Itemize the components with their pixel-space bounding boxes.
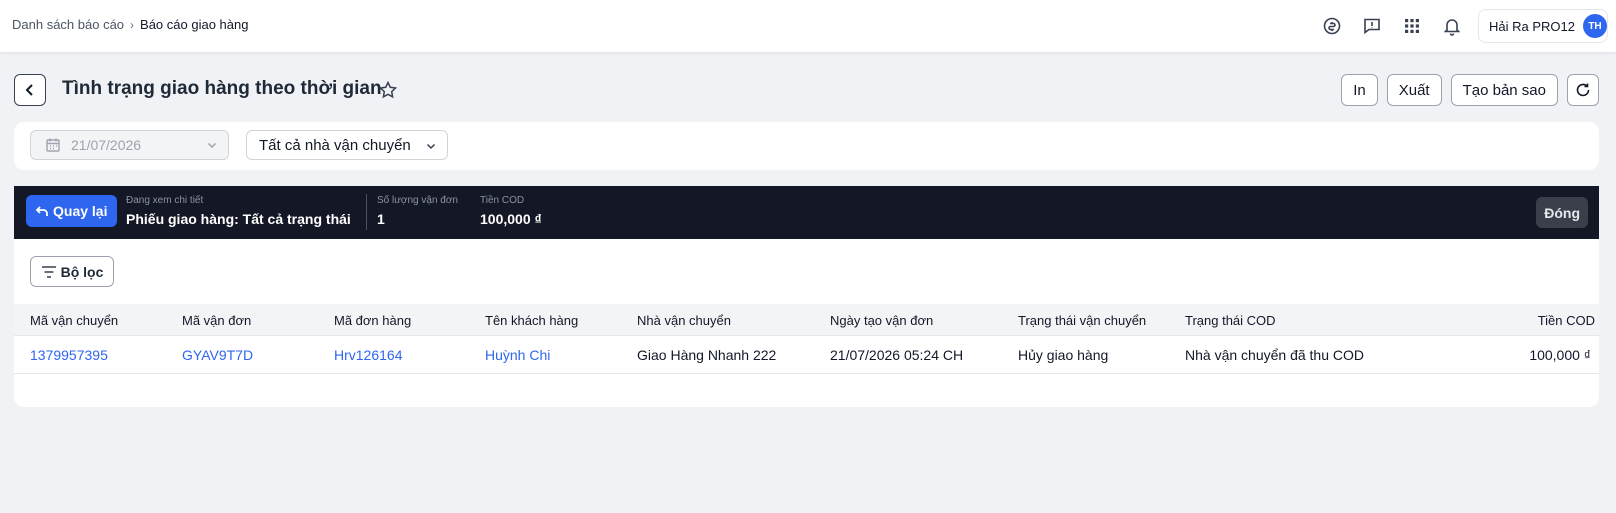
- detail-back-label: Quay lại: [53, 203, 108, 219]
- cod-value: 100,000 ₫: [480, 211, 542, 227]
- viewing-label: Đang xem chi tiết: [126, 195, 204, 206]
- count-info: Số lượng vận đơn 1: [377, 195, 458, 227]
- cell-waybill-code[interactable]: GYAV9T7D: [182, 347, 253, 363]
- chevron-left-icon: [25, 84, 33, 96]
- page-actions: In Xuất Tạo bản sao: [1341, 74, 1599, 106]
- shipment-table-card: Bộ lọc Mã vận chuyển Mã vận đơn Mã đơn h…: [14, 239, 1599, 407]
- top-icon-group: [1320, 14, 1464, 38]
- column-order-code[interactable]: Mã đơn hàng: [334, 313, 411, 328]
- column-customer-name[interactable]: Tên khách hàng: [485, 313, 578, 328]
- breadcrumb-separator: ›: [130, 17, 135, 32]
- column-shipping-code[interactable]: Mã vận chuyển: [30, 313, 118, 328]
- column-carrier[interactable]: Nhà vận chuyển: [637, 313, 731, 328]
- carrier-value: Tất cả nhà vận chuyển: [259, 136, 411, 154]
- currency-exchange-icon[interactable]: [1320, 14, 1344, 38]
- cell-order-code[interactable]: Hrv126164: [334, 347, 403, 363]
- breadcrumb: Danh sách báo cáo › Báo cáo giao hàng: [12, 17, 248, 32]
- column-shipping-status[interactable]: Trạng thái vận chuyển: [1018, 313, 1146, 328]
- table-header: Mã vận chuyển Mã vận đơn Mã đơn hàng Tên…: [14, 304, 1599, 336]
- date-picker[interactable]: 21/07/2026: [30, 130, 229, 160]
- filter-button[interactable]: Bộ lọc: [30, 256, 114, 287]
- refresh-icon: [1576, 83, 1590, 97]
- column-created-date[interactable]: Ngày tạo vận đơn: [830, 313, 933, 328]
- table-row: 1379957395 GYAV9T7D Hrv126164 Huỳnh Chi …: [14, 336, 1599, 374]
- breadcrumb-report-list[interactable]: Danh sách báo cáo: [12, 17, 124, 32]
- cell-customer-name[interactable]: Huỳnh Chi: [485, 347, 550, 363]
- cell-shipping-code[interactable]: 1379957395: [30, 347, 108, 363]
- chevron-down-icon: [207, 142, 217, 149]
- page-title: Tình trạng giao hàng theo thời gian: [62, 78, 382, 99]
- close-detail-button[interactable]: Đóng: [1536, 197, 1588, 228]
- feedback-icon[interactable]: [1360, 14, 1384, 38]
- detail-back-button[interactable]: Quay lại: [26, 195, 118, 227]
- column-cod-status[interactable]: Trạng thái COD: [1185, 313, 1276, 328]
- apps-grid-icon[interactable]: [1400, 14, 1424, 38]
- cod-label: Tiền COD: [480, 195, 525, 206]
- user-menu[interactable]: Hải Ra PRO12 TH: [1478, 9, 1608, 43]
- column-cod-amount[interactable]: Tiền COD: [1538, 313, 1595, 328]
- cell-created-date: 21/07/2026 05:24 CH: [830, 347, 964, 363]
- avatar: TH: [1582, 14, 1607, 38]
- print-button[interactable]: In: [1341, 74, 1378, 106]
- viewing-info: Đang xem chi tiết Phiếu giao hàng: Tất c…: [126, 195, 351, 227]
- cell-carrier: Giao Hàng Nhanh 222: [637, 347, 777, 363]
- carrier-select[interactable]: Tất cả nhà vận chuyển: [246, 130, 448, 160]
- cod-info: Tiền COD 100,000 ₫: [480, 195, 542, 227]
- bell-icon[interactable]: [1440, 14, 1464, 38]
- cell-cod-amount: 100,000 ₫: [1529, 347, 1591, 363]
- date-value: 21/07/2026: [71, 137, 142, 153]
- cell-cod-status: Nhà vận chuyển đã thu COD: [1185, 347, 1364, 363]
- count-value: 1: [377, 211, 385, 227]
- back-button[interactable]: [14, 74, 46, 106]
- filter-bar: 21/07/2026 Tất cả nhà vận chuyển: [14, 122, 1599, 170]
- cell-shipping-status: Hủy giao hàng: [1018, 347, 1109, 363]
- user-name: Hải Ra PRO12: [1489, 18, 1575, 34]
- count-label: Số lượng vận đơn: [377, 195, 458, 206]
- breadcrumb-current: Báo cáo giao hàng: [140, 17, 249, 32]
- detail-banner: Quay lại Đang xem chi tiết Phiếu giao hà…: [14, 186, 1599, 239]
- column-waybill-code[interactable]: Mã vận đơn: [182, 313, 251, 328]
- viewing-value: Phiếu giao hàng: Tất cả trạng thái: [126, 211, 351, 227]
- filter-icon: [41, 265, 56, 278]
- calendar-icon: [46, 138, 60, 152]
- export-button[interactable]: Xuất: [1386, 74, 1442, 106]
- chevron-down-icon: [426, 143, 436, 150]
- top-bar: Danh sách báo cáo › Báo cáo giao hàng Hả…: [0, 0, 1616, 53]
- duplicate-button[interactable]: Tạo bản sao: [1450, 74, 1558, 106]
- refresh-button[interactable]: [1567, 74, 1599, 106]
- detail-divider: [366, 194, 367, 230]
- star-icon[interactable]: [378, 80, 398, 100]
- return-arrow-icon: [35, 206, 48, 216]
- filter-button-label: Bộ lọc: [60, 263, 104, 280]
